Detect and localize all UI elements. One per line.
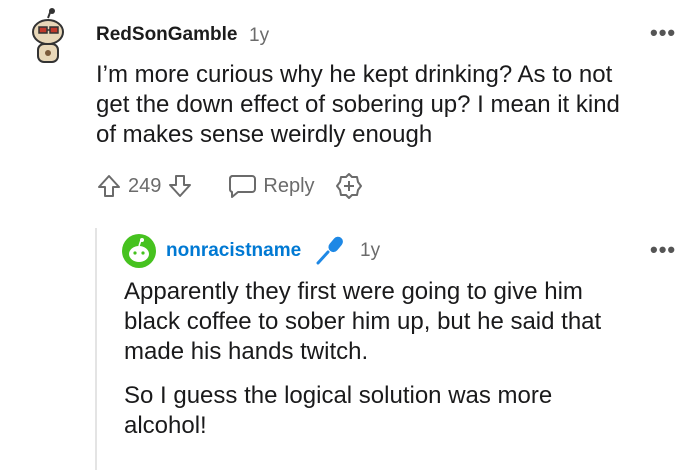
comment-body: I’m more curious why he kept drinking? A… xyxy=(96,61,620,148)
reply-icon xyxy=(227,173,257,199)
reply-body: Apparently they first were going to give… xyxy=(124,278,602,439)
vote-count: 249 xyxy=(128,174,162,197)
reply-avatar[interactable] xyxy=(121,233,157,269)
microphone-icon xyxy=(314,233,348,267)
comment-actions: 249 Reply xyxy=(96,172,363,200)
reply-label: Reply xyxy=(263,174,315,197)
comment-username[interactable]: RedSonGamble xyxy=(96,24,237,46)
comment-age: 1y xyxy=(249,25,270,46)
award-icon[interactable] xyxy=(335,172,363,200)
thread-line[interactable] xyxy=(95,228,97,470)
more-options-icon[interactable]: ••• xyxy=(650,20,676,46)
reply-age: 1y xyxy=(360,240,381,261)
downvote-icon[interactable] xyxy=(167,173,193,199)
reply-more-options-icon[interactable]: ••• xyxy=(650,237,676,263)
reply-username[interactable]: nonracistname xyxy=(166,240,301,262)
avatar[interactable] xyxy=(18,8,78,68)
reply-button[interactable]: Reply xyxy=(227,173,315,199)
upvote-icon[interactable] xyxy=(96,173,122,199)
